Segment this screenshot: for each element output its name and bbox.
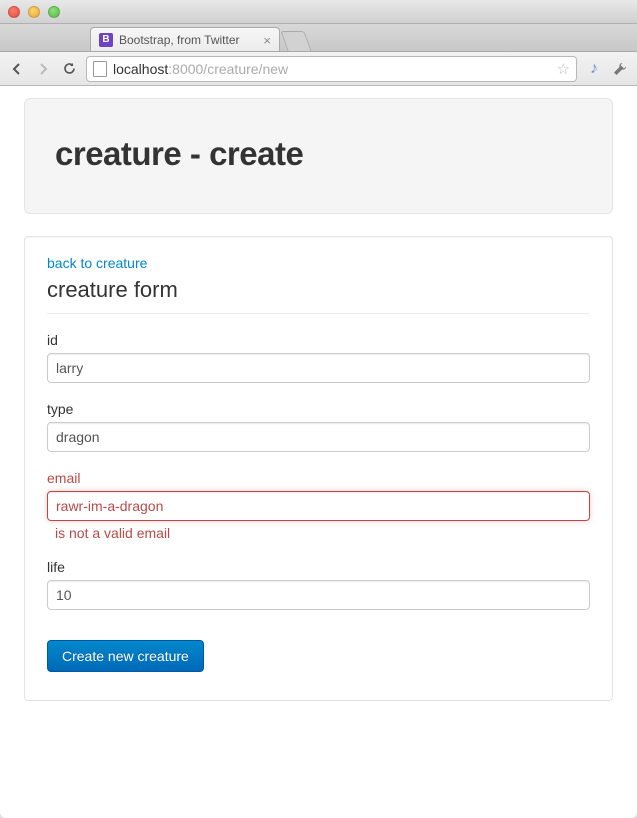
field-id: id bbox=[47, 332, 590, 383]
window-minimize-button[interactable] bbox=[28, 6, 40, 18]
input-life[interactable] bbox=[47, 580, 590, 610]
field-type: type bbox=[47, 401, 590, 452]
url-path: :8000/creature/new bbox=[168, 61, 288, 77]
reload-button[interactable] bbox=[60, 60, 78, 78]
browser-tab[interactable]: B Bootstrap, from Twitter × bbox=[90, 27, 280, 51]
browser-toolbar: localhost:8000/creature/new ☆ ♪ bbox=[0, 52, 637, 86]
window-zoom-button[interactable] bbox=[48, 6, 60, 18]
label-email: email bbox=[47, 470, 590, 486]
field-email: email is not a valid email bbox=[47, 470, 590, 541]
wrench-icon[interactable] bbox=[611, 60, 629, 78]
label-id: id bbox=[47, 332, 590, 348]
label-life: life bbox=[47, 559, 590, 575]
url-host: localhost bbox=[113, 61, 168, 77]
input-email[interactable] bbox=[47, 491, 590, 521]
form-well: back to creature creature form id type e… bbox=[24, 236, 613, 701]
bookmark-star-icon[interactable]: ☆ bbox=[557, 60, 570, 78]
forward-button[interactable] bbox=[34, 60, 52, 78]
new-tab-button[interactable] bbox=[280, 31, 311, 51]
page-title: creature - create bbox=[55, 135, 582, 173]
tab-favicon: B bbox=[99, 33, 113, 47]
browser-window: B Bootstrap, from Twitter × localhost:80… bbox=[0, 0, 637, 818]
window-close-button[interactable] bbox=[8, 6, 20, 18]
form-title: creature form bbox=[47, 277, 590, 314]
input-id[interactable] bbox=[47, 353, 590, 383]
tab-title: Bootstrap, from Twitter bbox=[119, 33, 240, 47]
traffic-lights bbox=[8, 6, 60, 18]
close-icon[interactable]: × bbox=[263, 33, 271, 48]
music-note-icon[interactable]: ♪ bbox=[585, 60, 603, 78]
back-button[interactable] bbox=[8, 60, 26, 78]
address-bar[interactable]: localhost:8000/creature/new ☆ bbox=[86, 56, 577, 82]
label-type: type bbox=[47, 401, 590, 417]
page-icon bbox=[93, 61, 107, 77]
input-type[interactable] bbox=[47, 422, 590, 452]
submit-button[interactable]: Create new creature bbox=[47, 640, 204, 672]
hero-unit: creature - create bbox=[24, 98, 613, 214]
error-email: is not a valid email bbox=[55, 525, 590, 541]
back-to-creature-link[interactable]: back to creature bbox=[47, 255, 147, 271]
field-life: life bbox=[47, 559, 590, 610]
tab-strip: B Bootstrap, from Twitter × bbox=[0, 24, 637, 52]
page-content: creature - create back to creature creat… bbox=[0, 86, 637, 725]
window-titlebar bbox=[0, 0, 637, 24]
